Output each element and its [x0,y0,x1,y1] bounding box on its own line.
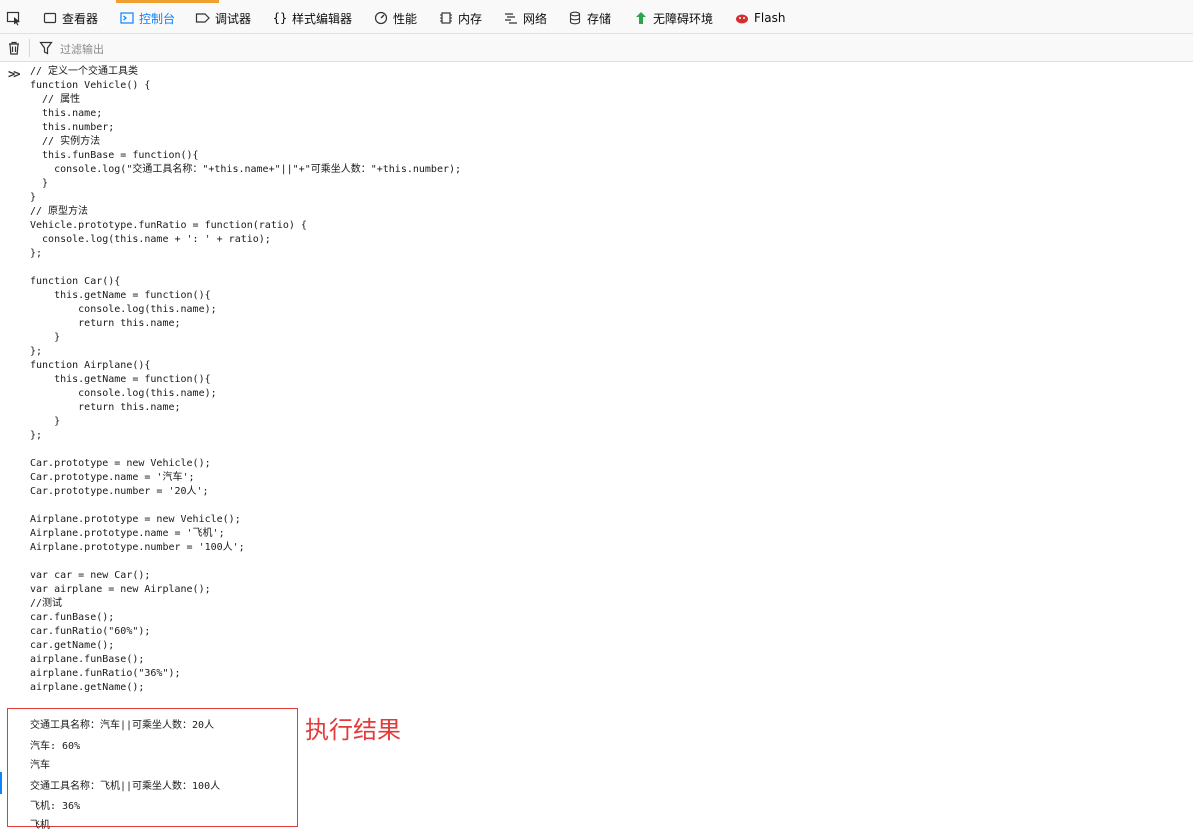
tab-label: 样式编辑器 [292,11,353,26]
tab-network[interactable]: 网络 [503,6,547,30]
element-picker-icon [6,10,22,26]
storage-icon [567,10,583,26]
tab-storage[interactable]: 存储 [567,6,611,30]
memory-icon [438,10,454,26]
console-output-line: 汽车: 60% [30,741,81,752]
tab-memory[interactable]: 内存 [438,6,482,30]
tab-performance[interactable]: 性能 [373,6,417,30]
tab-console[interactable]: 控制台 [119,6,175,30]
active-tab-indicator [116,0,219,3]
inspector-icon [42,10,58,26]
tab-label: 控制台 [139,11,176,26]
filter-output-input[interactable] [58,38,462,60]
console-output-line: 交通工具名称：汽车||可乘坐人数：20人 [30,720,215,731]
trash-icon [6,40,22,56]
tab-style-editor[interactable]: {} 样式编辑器 [272,6,352,30]
element-picker-button[interactable] [6,6,26,30]
result-annotation-label: 执行结果 [305,716,401,744]
console-output-line: 飞机: 36% [30,801,81,812]
tab-label: 查看器 [62,11,99,26]
console-output-line: 飞机 [30,820,50,831]
tab-flash[interactable]: Flash [734,6,785,30]
console-output-area: >> // 定义一个交通工具类 function Vehicle() { // … [0,62,1193,833]
performance-icon [373,10,389,26]
style-editor-icon: {} [272,11,288,25]
console-output-line: 交通工具名称：飞机||可乘坐人数：100人 [30,781,221,792]
tab-label: 存储 [587,11,612,26]
tab-debugger[interactable]: 调试器 [195,6,251,30]
clear-console-button[interactable] [6,38,26,58]
console-input-code[interactable]: // 定义一个交通工具类 function Vehicle() { // 属性 … [30,65,461,695]
filter-icon [38,40,54,56]
tab-label: 网络 [523,11,548,26]
filterbar-divider [29,39,30,57]
tab-accessibility[interactable]: 无障碍环境 [633,6,713,30]
tab-label: 内存 [458,11,483,26]
filter-button[interactable] [38,38,58,58]
accessibility-icon [633,10,649,26]
current-row-marker [0,772,2,794]
input-prompt-chevron-icon: >> [8,67,21,81]
console-icon [119,10,135,26]
tab-label: Flash [754,11,786,25]
tab-label: 无障碍环境 [653,11,714,26]
debugger-icon [195,10,211,26]
flash-icon [734,10,750,26]
tab-label: 性能 [393,11,418,26]
tab-inspector[interactable]: 查看器 [42,6,98,30]
tab-label: 调试器 [215,11,252,26]
console-filterbar [0,34,1193,62]
devtools-toolbar: 查看器 控制台 调试器 {} 样式编辑器 性能 内存 网络 存储 无障碍环境 F… [0,0,1193,34]
console-output-line: 汽车 [30,760,50,771]
network-icon [503,10,519,26]
